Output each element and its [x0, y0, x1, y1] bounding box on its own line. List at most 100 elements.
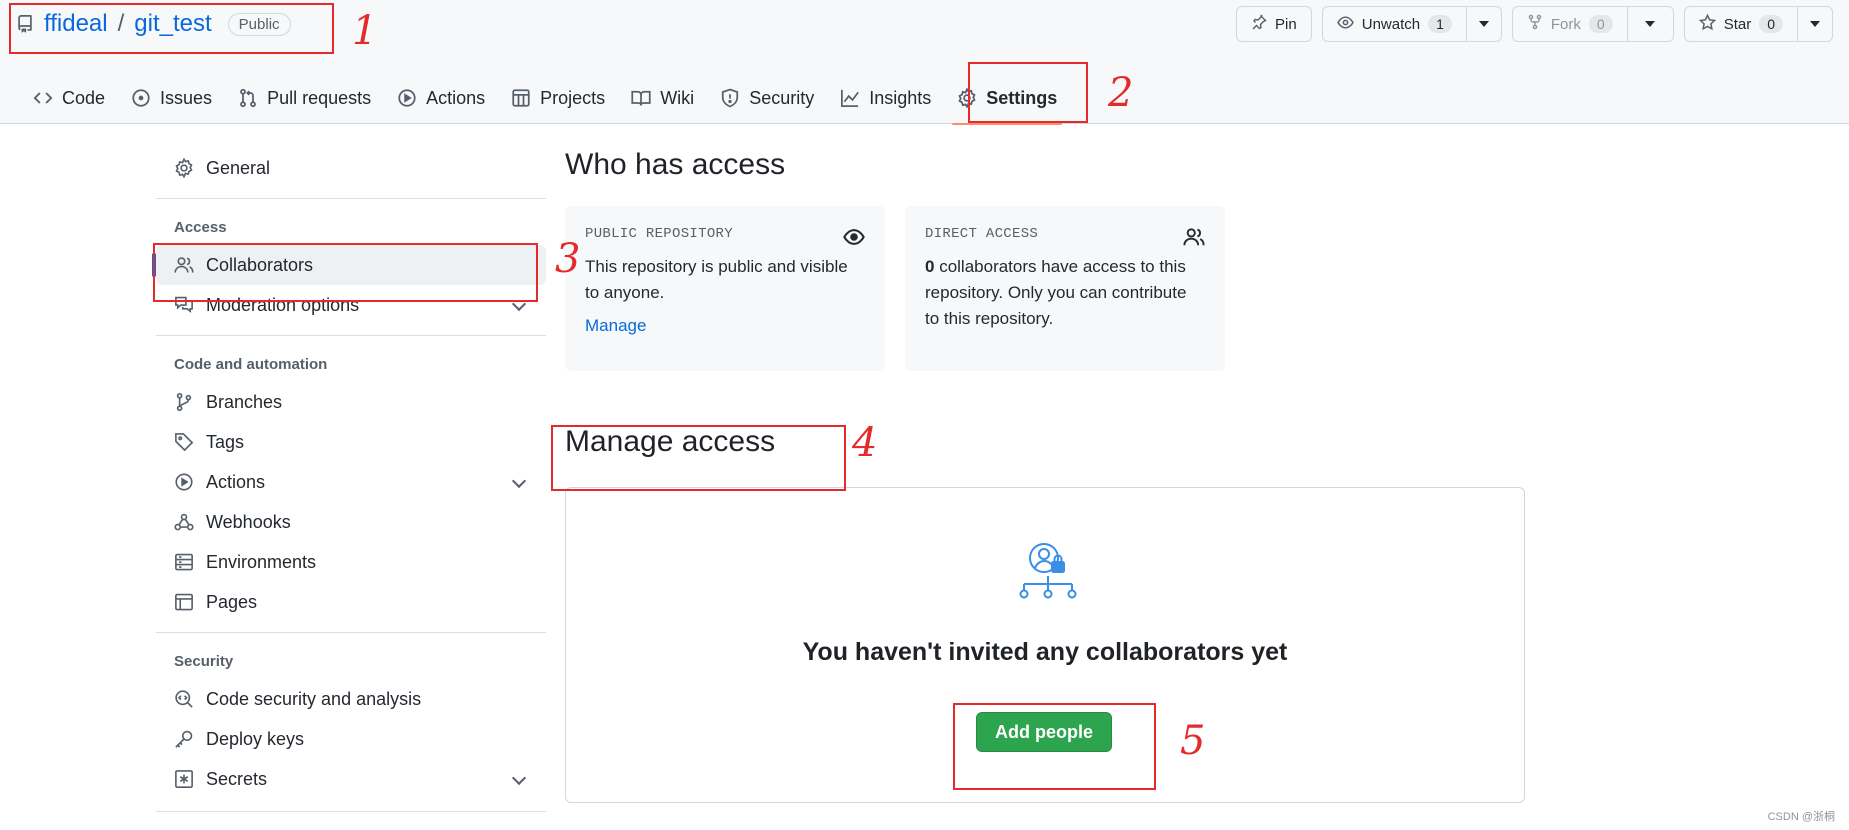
repo-nav-tabs: Code Issues Pull requests Actions Projec…: [20, 72, 1070, 125]
annotation-number-4: 4: [852, 420, 878, 466]
sidebar-heading-access: Access: [174, 218, 227, 236]
sidebar-item-tags[interactable]: Tags: [156, 422, 546, 462]
tab-wiki[interactable]: Wiki: [618, 78, 707, 118]
unwatch-dropdown[interactable]: [1465, 7, 1501, 41]
repo-actions: Pin Unwatch 1 Fork 0 Star 0: [1236, 6, 1833, 42]
annotation-box-1: [9, 3, 334, 54]
issue-icon: [131, 88, 151, 108]
sidebar-divider: [156, 811, 546, 812]
card-text: This repository is public and visible to…: [585, 257, 848, 302]
key-icon: [174, 729, 194, 749]
play-icon: [174, 472, 194, 492]
star-dropdown[interactable]: [1797, 7, 1832, 41]
shield-icon: [720, 88, 740, 108]
sidebar-item-actions[interactable]: Actions: [156, 462, 546, 502]
tab-label: Code: [62, 87, 106, 108]
sidebar-item-label: Secrets: [206, 768, 268, 789]
sidebar-divider: [156, 335, 546, 336]
book-icon: [631, 88, 651, 108]
sidebar-item-label: General: [206, 157, 271, 178]
graph-icon: [840, 88, 860, 108]
eye-icon: [1336, 14, 1354, 35]
sidebar-item-label: Code security and analysis: [206, 688, 422, 709]
tab-issues[interactable]: Issues: [118, 78, 225, 118]
sidebar-item-pages[interactable]: Pages: [156, 582, 546, 622]
direct-access-card: DIRECT ACCESS 0 collaborators have acces…: [905, 206, 1225, 371]
annotation-number-2: 2: [1108, 70, 1134, 116]
tab-pull-requests[interactable]: Pull requests: [225, 78, 384, 118]
pin-button[interactable]: Pin: [1236, 6, 1312, 42]
tab-code[interactable]: Code: [20, 78, 118, 118]
star-button[interactable]: Star 0: [1683, 6, 1833, 42]
pull-request-icon: [238, 88, 258, 108]
annotation-number-5: 5: [1180, 718, 1206, 764]
annotation-number-1: 1: [352, 8, 378, 54]
public-repository-card: PUBLIC REPOSITORY This repository is pub…: [565, 206, 885, 371]
sidebar-heading-security: Security: [174, 652, 234, 670]
sidebar-item-label: Branches: [206, 391, 283, 412]
access-cards: PUBLIC REPOSITORY This repository is pub…: [565, 206, 1525, 371]
tab-actions[interactable]: Actions: [384, 78, 498, 118]
annotation-box-2: [968, 62, 1088, 123]
caret-down-icon: [1810, 21, 1820, 27]
people-icon: [1183, 226, 1205, 248]
eye-icon: [843, 226, 865, 248]
tab-insights[interactable]: Insights: [827, 78, 944, 118]
sidebar-item-label: Deploy keys: [206, 728, 305, 749]
sidebar-heading-code: Code and automation: [174, 355, 328, 373]
manage-link[interactable]: Manage: [585, 316, 646, 336]
branch-icon: [174, 392, 194, 412]
sidebar-item-general[interactable]: General: [156, 148, 546, 188]
tab-label: Insights: [869, 87, 932, 108]
card-label: PUBLIC REPOSITORY: [585, 226, 733, 242]
tab-label: Pull requests: [267, 87, 372, 108]
fork-dropdown[interactable]: [1626, 7, 1673, 41]
sidebar-item-secrets[interactable]: Secrets: [156, 759, 546, 799]
annotation-box-5: [953, 703, 1156, 790]
star-icon: [1698, 13, 1716, 35]
server-icon: [174, 552, 194, 572]
unwatch-button[interactable]: Unwatch 1: [1321, 6, 1502, 42]
asterisk-icon: [174, 769, 194, 789]
annotation-number-3: 3: [555, 236, 581, 282]
caret-down-icon: [1478, 21, 1489, 27]
sidebar-divider: [156, 632, 546, 633]
tag-icon: [174, 432, 194, 452]
card-label: DIRECT ACCESS: [925, 226, 1039, 242]
sidebar-item-label: Tags: [206, 431, 245, 452]
unwatch-label: Unwatch: [1361, 15, 1421, 33]
tab-label: Wiki: [660, 87, 695, 108]
chevron-down-icon[interactable]: [511, 473, 527, 489]
sidebar-divider: [156, 198, 546, 199]
fork-icon: [1527, 14, 1543, 34]
sidebar-item-branches[interactable]: Branches: [156, 382, 546, 422]
sidebar-item-deploy-keys[interactable]: Deploy keys: [156, 719, 546, 759]
pin-label: Pin: [1275, 15, 1297, 33]
tab-security[interactable]: Security: [707, 78, 827, 118]
sidebar-item-webhooks[interactable]: Webhooks: [156, 502, 546, 542]
fork-label: Fork: [1550, 15, 1581, 33]
chevron-down-icon[interactable]: [511, 770, 527, 786]
sidebar-item-environments[interactable]: Environments: [156, 542, 546, 582]
watermark: CSDN @浙桐: [1767, 811, 1835, 823]
collaborators-lock-icon: [1016, 540, 1080, 604]
tab-label: Actions: [426, 87, 486, 108]
fork-button[interactable]: Fork 0: [1511, 6, 1674, 42]
tab-label: Projects: [540, 87, 606, 108]
who-has-access-title: Who has access: [565, 148, 786, 181]
card-text-body: collaborators have access to this reposi…: [925, 257, 1187, 328]
caret-down-icon: [1645, 21, 1656, 27]
star-label: Star: [1723, 15, 1752, 33]
sidebar-item-label: Webhooks: [206, 511, 291, 532]
browser-icon: [174, 592, 194, 612]
gear-icon: [174, 158, 194, 178]
play-icon: [397, 88, 417, 108]
table-icon: [511, 88, 531, 108]
tab-label: Issues: [160, 87, 213, 108]
code-icon: [33, 88, 53, 108]
sidebar-item-code-security[interactable]: Code security and analysis: [156, 679, 546, 719]
sidebar-item-label: Pages: [206, 591, 258, 612]
card-text: 0 collaborators have access to this repo…: [925, 254, 1205, 332]
tab-projects[interactable]: Projects: [498, 78, 618, 118]
watch-counter: 1: [1428, 15, 1452, 33]
